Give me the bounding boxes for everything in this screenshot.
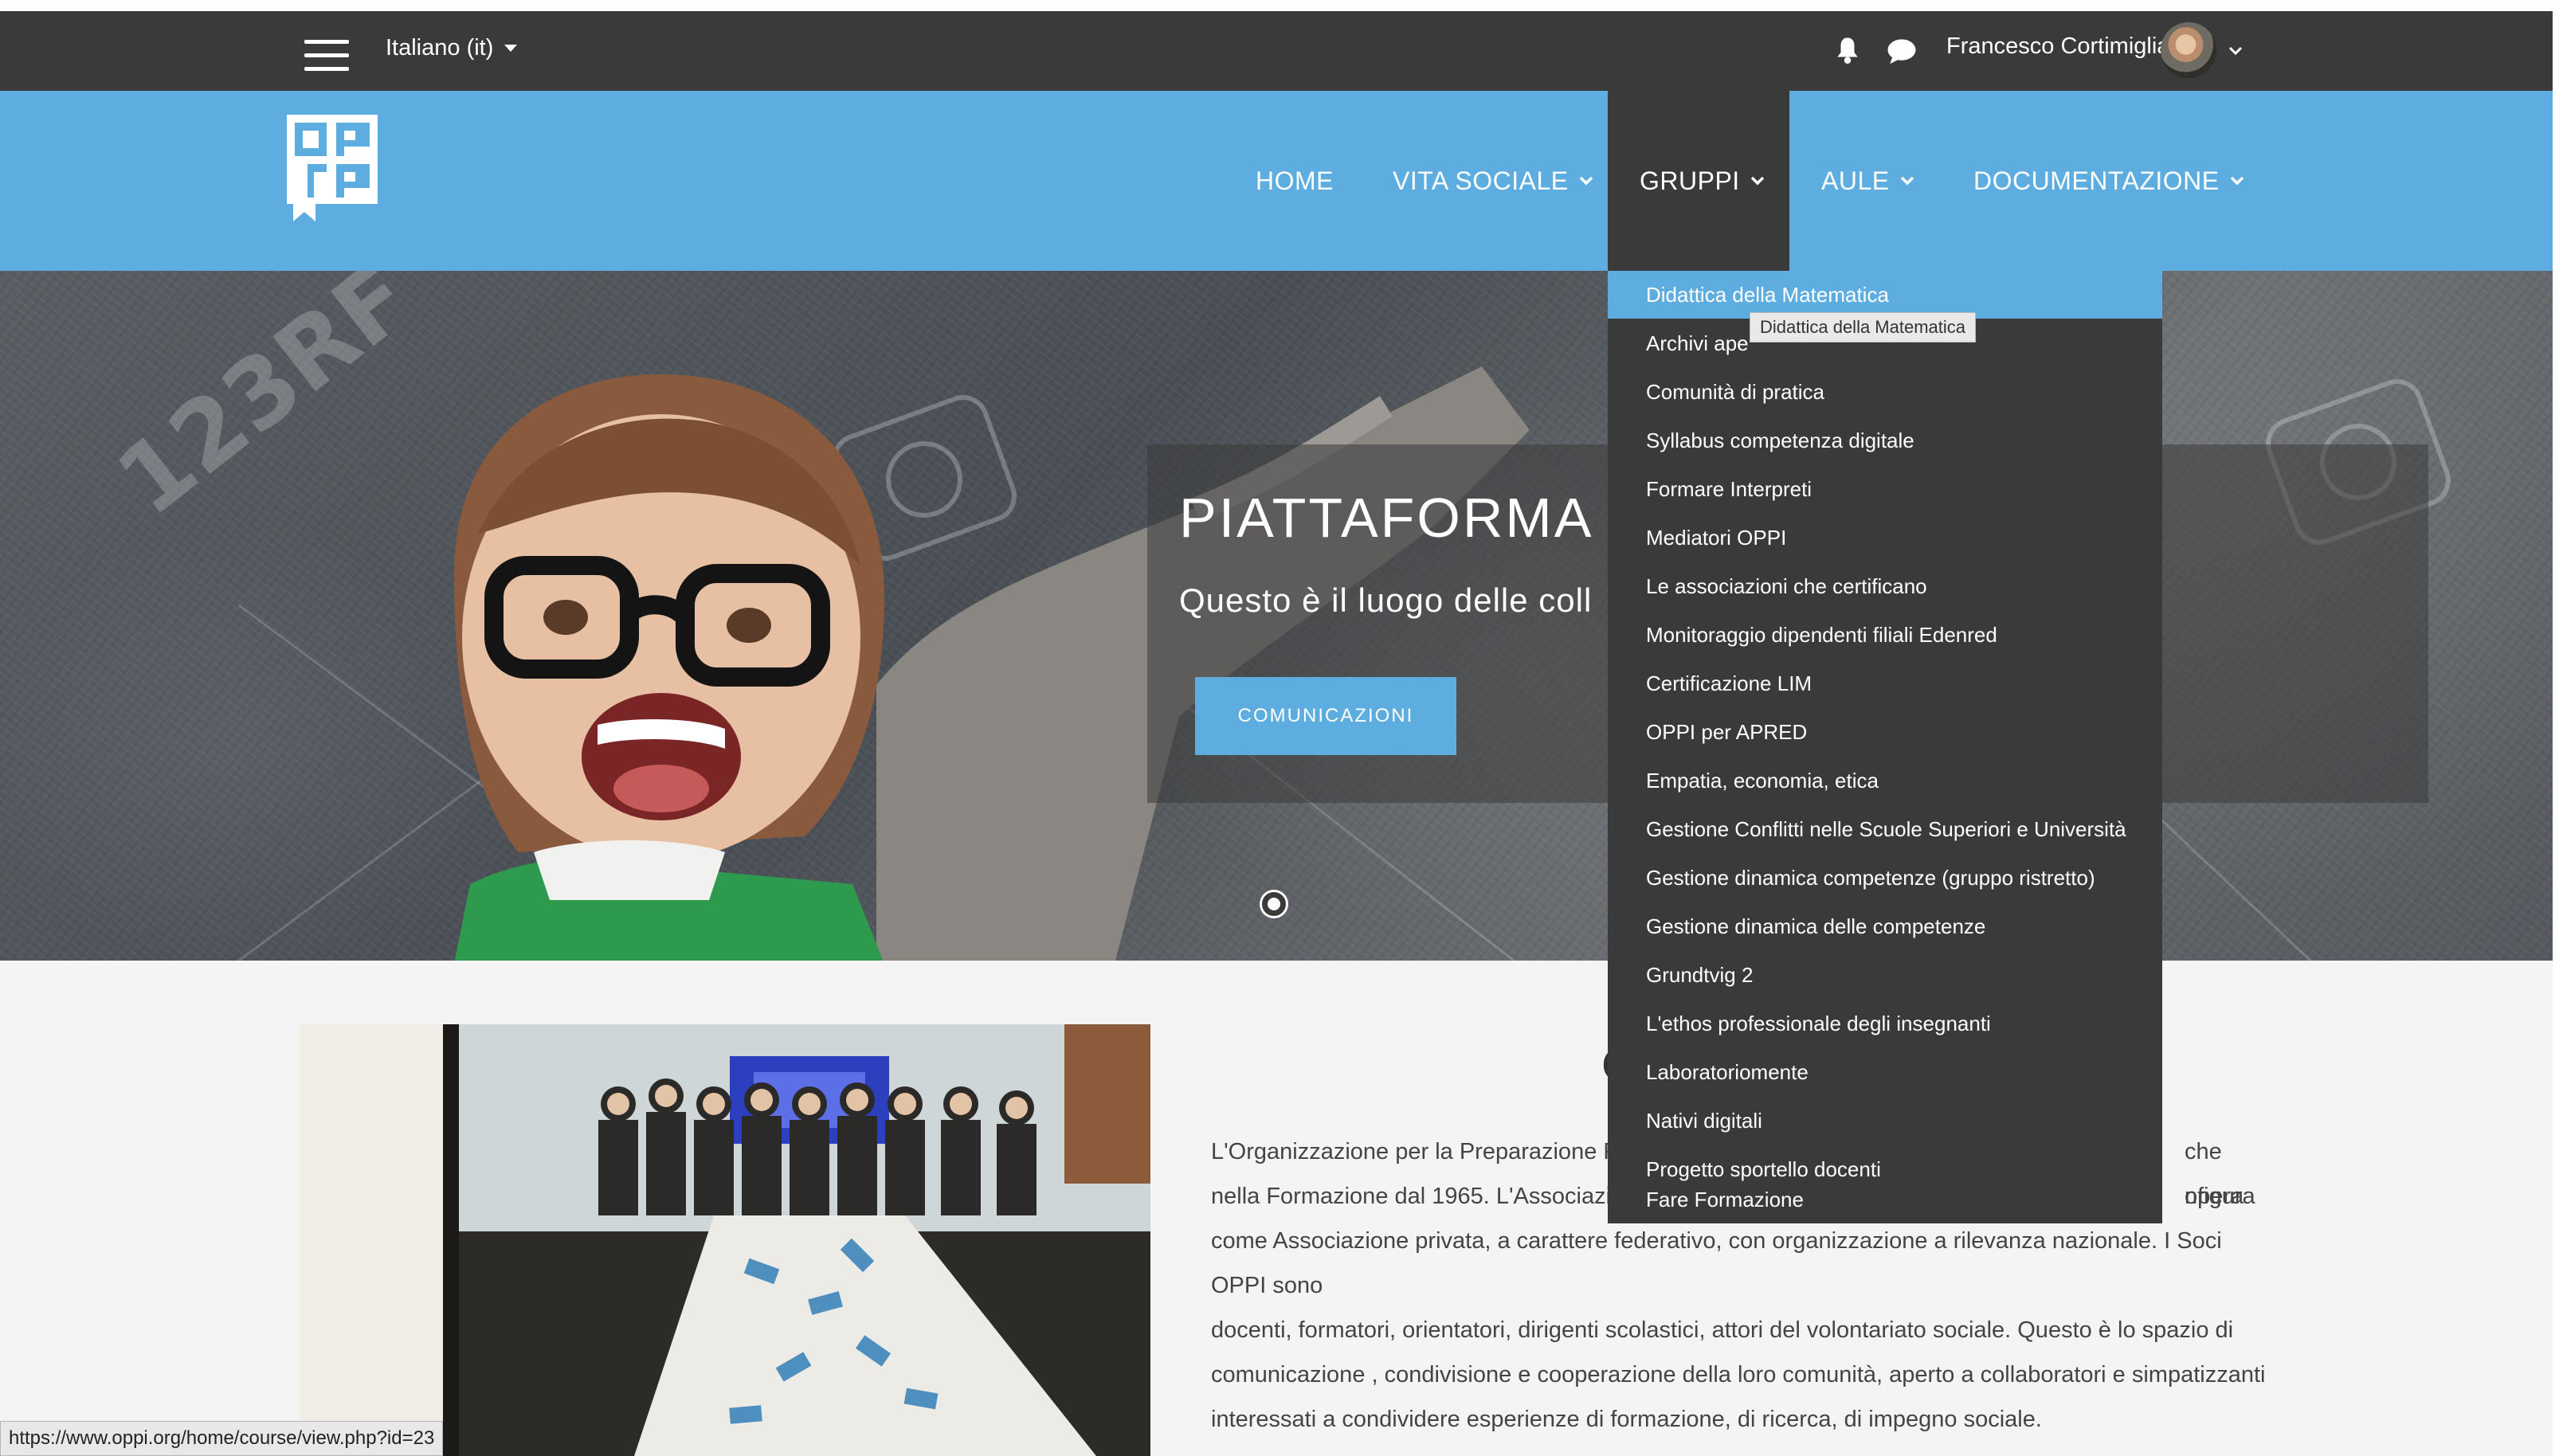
carousel-indicator[interactable] — [1262, 892, 1286, 916]
language-label: Italiano (it) — [386, 35, 494, 61]
dropdown-item[interactable]: Grundtvig 2 — [1608, 951, 2162, 999]
chevron-down-icon — [1900, 176, 1914, 186]
window-edge — [2553, 11, 2559, 1456]
nav-label: AULE — [1821, 166, 1890, 195]
dropdown-item[interactable]: Formare Interpreti — [1608, 465, 2162, 513]
browser-top-edge — [0, 0, 2559, 11]
tooltip: Didattica della Matematica — [1750, 312, 1977, 342]
nav-label: VITA SOCIALE — [1393, 166, 1569, 195]
dropdown-item[interactable]: Le associazioni che certificano — [1608, 562, 2162, 610]
hero-title: PIATTAFORMA D — [1179, 487, 1652, 549]
about-line: docenti, formatori, orientatori, dirigen… — [1211, 1317, 2234, 1343]
about-line: nfigura — [2185, 1184, 2255, 1209]
dropdown-item[interactable]: Mediatori OPPI — [1608, 514, 2162, 562]
dropdown-item[interactable]: Fare Formazione — [1608, 1176, 2162, 1223]
dropdown-item[interactable]: Nativi digitali — [1608, 1097, 2162, 1145]
about-line: comunicazione , condivisione e cooperazi… — [1211, 1362, 2266, 1388]
top-bar: Italiano (it) Francesco Cortimiglia — [0, 11, 2559, 91]
user-name[interactable]: Francesco Cortimiglia — [1946, 33, 2169, 60]
chevron-down-icon — [1750, 176, 1764, 186]
chevron-down-icon — [1579, 176, 1593, 186]
dropdown-item[interactable]: Certificazione LIM — [1608, 660, 2162, 707]
nav-home[interactable]: HOME — [1256, 91, 1334, 271]
about-line: nella Formazione dal 1965. L'Associazion… — [1211, 1184, 1650, 1209]
dropdown-item[interactable]: L'ethos professionale degli insegnanti — [1608, 1000, 2162, 1047]
group-photo — [300, 1024, 1150, 1456]
about-section: C L'Organizzazione per la Preparazione P… — [0, 961, 2559, 1456]
caret-down-icon — [504, 45, 518, 52]
dropdown-item[interactable]: Empatia, economia, etica — [1608, 757, 2162, 804]
chat-bubble-icon[interactable] — [1887, 37, 1917, 65]
nav-documentazione[interactable]: DOCUMENTAZIONE — [1973, 91, 2245, 271]
language-selector[interactable]: Italiano (it) — [386, 35, 518, 61]
dropdown-item[interactable]: Gestione dinamica competenze (gruppo ris… — [1608, 854, 2162, 902]
dropdown-item[interactable]: Gestione Conflitti nelle Scuole Superior… — [1608, 805, 2162, 853]
avatar[interactable] — [2161, 22, 2216, 78]
chevron-down-icon — [2230, 176, 2244, 186]
nav-label: DOCUMENTAZIONE — [1973, 166, 2220, 195]
dropdown-item[interactable]: Monitoraggio dipendenti filiali Edenred — [1608, 611, 2162, 659]
dropdown-item[interactable]: Didattica della Matematica — [1608, 271, 2162, 319]
comunicazioni-button[interactable]: COMUNICAZIONI — [1195, 677, 1456, 755]
about-line: L'Organizzazione per la Preparazione Pro — [1211, 1139, 1640, 1164]
hero-carousel: 123RF PIATTAFORMA D Questo è il luogo de… — [0, 271, 2559, 961]
link-status-bar: https://www.oppi.org/home/course/view.ph… — [0, 1421, 444, 1456]
gruppi-dropdown: Didattica della Matematica Archivi ape C… — [1608, 271, 2162, 1223]
oppi-logo[interactable]: OP — [287, 115, 378, 221]
dropdown-item[interactable]: Syllabus competenza digitale — [1608, 417, 2162, 464]
nav-label: GRUPPI — [1640, 166, 1740, 195]
about-line: come Associazione privata, a carattere f… — [1211, 1228, 2222, 1298]
menu-hamburger-icon[interactable] — [304, 40, 349, 72]
hero-subtitle: Questo è il luogo delle coll — [1179, 581, 1593, 619]
dropdown-item[interactable]: Gestione dinamica delle competenze — [1608, 902, 2162, 950]
nav-aule[interactable]: AULE — [1821, 91, 1915, 271]
nav-vita-sociale[interactable]: VITA SOCIALE — [1393, 91, 1594, 271]
about-line: interessati a condividere esperienze di … — [1211, 1407, 2042, 1432]
chevron-down-icon[interactable] — [2228, 43, 2244, 59]
girl-photo — [454, 374, 884, 961]
dropdown-item[interactable]: Laboratoriomente — [1608, 1048, 2162, 1096]
nav-gruppi[interactable]: GRUPPI — [1608, 91, 1789, 271]
dropdown-item[interactable]: Comunità di pratica — [1608, 368, 2162, 416]
dropdown-item[interactable]: OPPI per APRED — [1608, 708, 2162, 756]
bell-icon[interactable] — [1834, 35, 1861, 65]
nav-label: HOME — [1256, 166, 1334, 195]
main-navbar: OP HOME VITA SOCIALE GRUPPI AULE DOCUMEN… — [0, 91, 2559, 271]
